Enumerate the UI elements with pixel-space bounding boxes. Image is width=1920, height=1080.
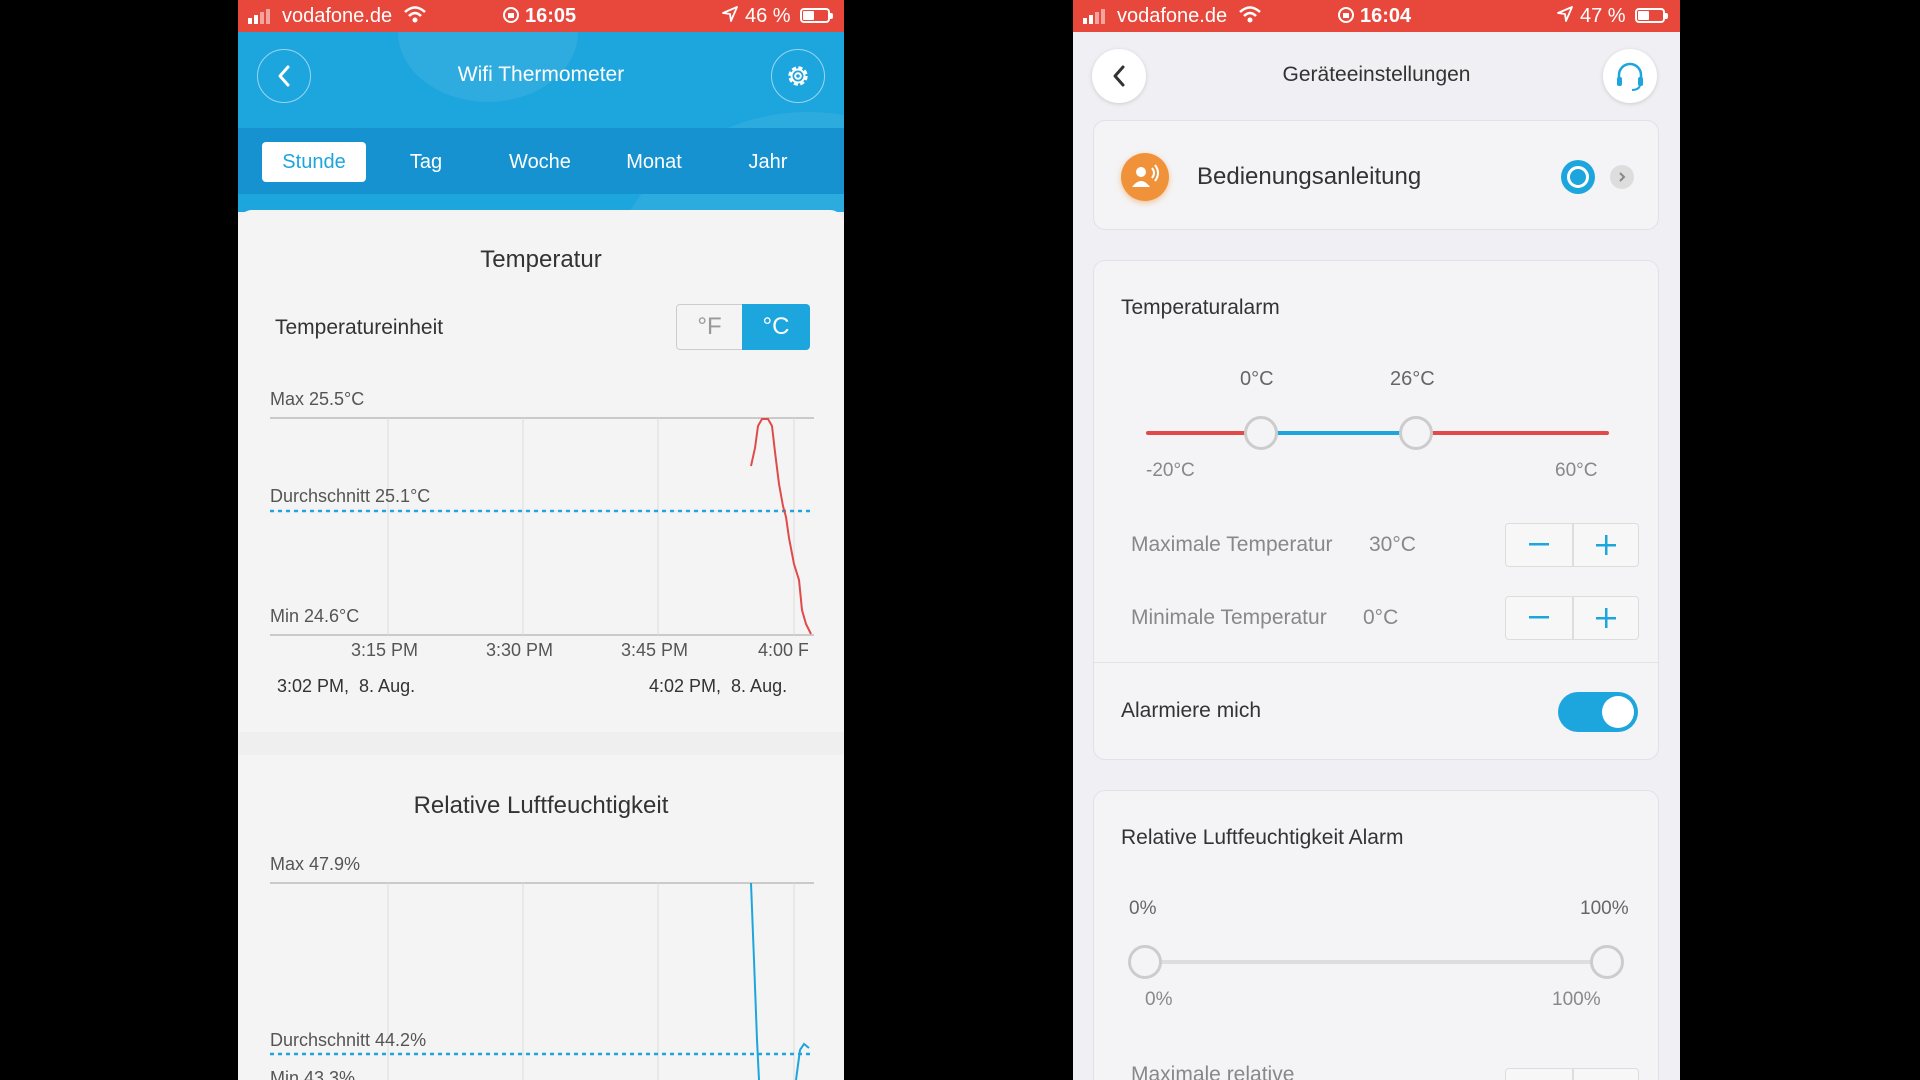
alarm-toggle-label: Alarmiere mich (1121, 699, 1262, 722)
plus-icon (1596, 534, 1616, 555)
low-threshold-handle[interactable] (1244, 416, 1278, 450)
high-threshold-handle[interactable] (1399, 416, 1433, 450)
humidity-series-line (750, 882, 760, 1080)
minus-icon (1529, 615, 1549, 618)
low-threshold-value: 0°C (1240, 368, 1274, 390)
temperature-alarm-title: Temperaturalarm (1121, 296, 1280, 319)
avg-temp-label: Durchschnitt 25.1°C (270, 486, 431, 506)
avg-humidity-label: Durchschnitt 44.2% (270, 1030, 427, 1050)
battery-icon (1635, 8, 1668, 23)
support-button[interactable] (1603, 49, 1657, 103)
range-end-label: 4:02 PM, 8. Aug. (649, 676, 788, 696)
min-humidity-label: Min 43.3% (270, 1068, 356, 1080)
max-temp-value: 30°C (1369, 533, 1416, 556)
range-max-label: 60°C (1555, 460, 1598, 481)
max-temp-stepper (1505, 523, 1639, 567)
high-threshold-value: 26°C (1390, 368, 1435, 390)
increase-button[interactable] (1573, 524, 1639, 565)
max-humidity-label: Maximale relative (1131, 1063, 1295, 1080)
min-temp-value: 0°C (1363, 606, 1399, 629)
unit-celsius-button[interactable]: °C (742, 304, 810, 350)
location-icon (722, 6, 738, 22)
temperature-unit-label: Temperatureinheit (275, 316, 444, 339)
temperature-title: Temperatur (480, 246, 602, 273)
humidity-high-handle[interactable] (1590, 945, 1624, 979)
tab-monat[interactable]: Monat (606, 142, 702, 182)
x-tick-label: 3:30 PM (486, 640, 554, 660)
x-tick-label: 3:45 PM (621, 640, 689, 660)
increase-button[interactable] (1573, 597, 1639, 638)
max-humidity-label: Max 47.9% (270, 854, 361, 874)
min-temp-stepper (1505, 596, 1639, 640)
max-temp-label: Max 25.5°C (270, 389, 365, 409)
clock: 16:04 (1360, 5, 1412, 27)
humidity-title: Relative Luftfeuchtigkeit (413, 792, 669, 819)
status-bar: vodafone.de 16:05 46 % (238, 0, 844, 32)
temperature-alarm-card (1093, 260, 1659, 760)
signal-icon (248, 9, 270, 24)
settings-button[interactable] (771, 49, 825, 103)
rotation-lock-icon (503, 7, 519, 23)
max-temp-label: Maximale Temperatur (1131, 533, 1333, 556)
humidity-range-min: 0% (1145, 989, 1173, 1010)
x-tick-label: 3:15 PM (351, 640, 419, 660)
chevron-right-icon (1610, 165, 1634, 189)
alarm-toggle[interactable] (1558, 692, 1638, 732)
battery-percent: 47 % (1580, 5, 1626, 27)
humidity-low-value: 0% (1129, 898, 1157, 919)
tab-stunde[interactable]: Stunde (262, 142, 366, 182)
decrease-button[interactable] (1506, 597, 1572, 638)
carrier-label: vodafone.de (1117, 5, 1228, 27)
temperature-range-fill (1261, 431, 1416, 435)
temperature-series-line (750, 418, 812, 635)
plus-icon (1596, 607, 1616, 628)
status-bar: vodafone.de 16:04 47 % (1073, 0, 1680, 32)
divider (1093, 662, 1659, 663)
tab-woche[interactable]: Woche (492, 142, 588, 182)
humidity-range-track (1145, 960, 1609, 964)
settings-header: Geräteeinstellungen (1073, 32, 1680, 120)
minus-icon (1529, 542, 1549, 545)
humidity-alarm-title: Relative Luftfeuchtigkeit Alarm (1121, 826, 1404, 849)
headset-icon (1617, 62, 1643, 91)
manual-label: Bedienungsanleitung (1197, 163, 1422, 190)
wifi-icon (404, 6, 426, 23)
humidity-range-max: 100% (1552, 989, 1601, 1010)
left-phone-screen: Wifi Thermometer Stunde Tag Woche Monat … (238, 0, 844, 1080)
x-tick-label: 4:00 F (758, 640, 808, 660)
time-range-tabs: Stunde Tag Woche Monat Jahr (238, 128, 844, 194)
location-icon (1557, 6, 1573, 22)
humidity-low-handle[interactable] (1128, 945, 1162, 979)
battery-icon (800, 8, 833, 23)
gear-icon (788, 66, 808, 86)
right-phone-screen: Geräteeinstellungen Bedienungsanleitung … (1073, 0, 1680, 1080)
rotation-lock-icon (1338, 7, 1354, 23)
min-temp-label: Minimale Temperatur (1131, 606, 1327, 629)
wifi-icon (1239, 6, 1261, 23)
carrier-label: vodafone.de (282, 5, 393, 27)
assistant-icon (1561, 160, 1595, 194)
tab-jahr[interactable]: Jahr (720, 142, 816, 182)
page-title: Wifi Thermometer (457, 63, 625, 86)
voice-guide-icon (1121, 153, 1169, 201)
tab-tag[interactable]: Tag (378, 142, 474, 182)
unit-fahrenheit-button[interactable]: °F (676, 304, 743, 350)
battery-percent: 46 % (745, 5, 791, 27)
page-title: Geräteeinstellungen (1282, 63, 1471, 86)
humidity-series-line (795, 1042, 810, 1080)
clock: 16:05 (525, 5, 577, 27)
decrease-button[interactable] (1506, 524, 1572, 565)
humidity-high-value: 100% (1580, 898, 1629, 919)
range-min-label: -20°C (1146, 460, 1195, 481)
range-start-label: 3:02 PM, 8. Aug. (277, 676, 416, 696)
signal-icon (1083, 9, 1105, 24)
max-humidity-stepper (1505, 1068, 1639, 1080)
min-temp-label: Min 24.6°C (270, 606, 360, 626)
